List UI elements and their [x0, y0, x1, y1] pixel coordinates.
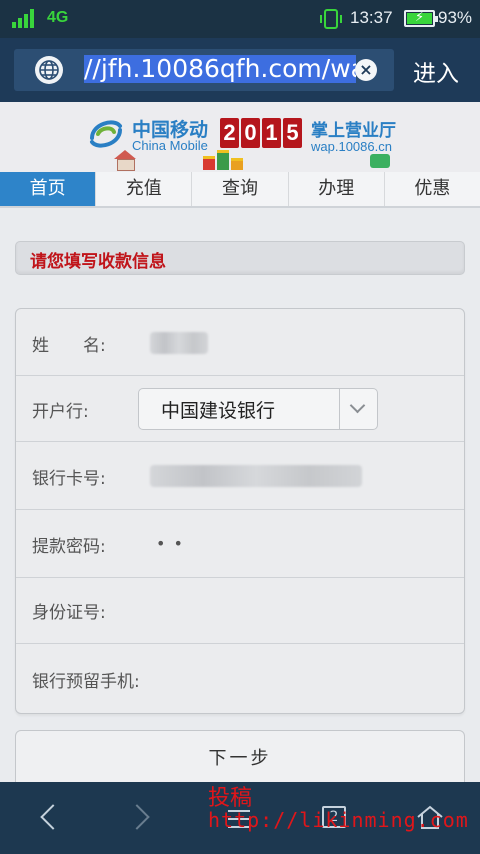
network-type: 4G	[47, 9, 69, 26]
battery-icon: ⚡	[404, 10, 438, 27]
id-label: 身份证号:	[32, 603, 106, 623]
browser-address-bar: //jfh.10086qfh.com/wa × 进入	[0, 38, 480, 102]
clock: 13:37	[350, 8, 393, 27]
tab-recharge[interactable]: 充值	[96, 172, 193, 206]
year-badge: 2 0 1 5	[220, 118, 302, 150]
site-url: wap.10086.cn	[311, 139, 392, 154]
name-input[interactable]	[150, 332, 208, 354]
status-bar: 4G 13:37 ⚡ 93%	[0, 0, 480, 38]
form-row-name: 姓 名:	[16, 309, 464, 376]
vibrate-icon	[320, 9, 342, 29]
battery-percent: 93%	[438, 8, 473, 27]
tab-services[interactable]: 办理	[289, 172, 385, 206]
forward-icon[interactable]	[124, 800, 164, 836]
clear-url-icon[interactable]: ×	[355, 59, 377, 81]
bank-select[interactable]: 中国建设银行	[138, 388, 378, 430]
password-input[interactable]: ••	[156, 534, 191, 553]
globe-icon	[35, 56, 63, 84]
site-banner: 中国移动 China Mobile 2 0 1 5 掌上营业厅 wap.1008…	[0, 102, 480, 172]
slogan: 掌上营业厅	[311, 121, 396, 141]
url-field[interactable]: //jfh.10086qfh.com/wa ×	[14, 49, 394, 91]
form-row-password: 提款密码: ••	[16, 510, 464, 578]
back-icon[interactable]	[34, 800, 74, 836]
chevron-down-icon[interactable]	[339, 389, 377, 429]
section-header: 请您填写收款信息	[15, 241, 465, 275]
phone-label: 银行预留手机:	[32, 672, 140, 692]
form-row-card: 银行卡号:	[16, 442, 464, 510]
payee-form: 姓 名: 开户行: 中国建设银行 银行卡号: 提款密码: •• 身份证号: 银行…	[15, 308, 465, 714]
nav-tabs: 首页 充值 查询 办理 优惠	[0, 172, 480, 208]
go-button[interactable]: 进入	[413, 54, 459, 88]
bank-select-value: 中国建设银行	[161, 400, 276, 422]
password-label: 提款密码:	[32, 537, 106, 557]
house-decoration	[112, 150, 138, 171]
url-text[interactable]: //jfh.10086qfh.com/wa	[84, 55, 356, 83]
tab-offers[interactable]: 优惠	[385, 172, 480, 206]
form-row-bank: 开户行: 中国建设银行	[16, 376, 464, 442]
card-number-input[interactable]	[150, 465, 362, 487]
gift-boxes-decoration	[203, 148, 247, 170]
form-row-id: 身份证号:	[16, 578, 464, 644]
card-label: 银行卡号:	[32, 469, 106, 489]
watermark-line-2: http://likinming.com	[208, 808, 469, 832]
decoration-icon	[370, 154, 390, 168]
name-label: 姓 名:	[32, 336, 106, 356]
signal-icon	[12, 8, 38, 28]
brand-name-en: China Mobile	[132, 138, 208, 153]
section-title: 请您填写收款信息	[30, 252, 166, 272]
tab-home[interactable]: 首页	[0, 172, 97, 206]
bank-label: 开户行:	[32, 402, 89, 422]
tab-query[interactable]: 查询	[192, 172, 289, 206]
form-row-phone: 银行预留手机:	[16, 644, 464, 713]
